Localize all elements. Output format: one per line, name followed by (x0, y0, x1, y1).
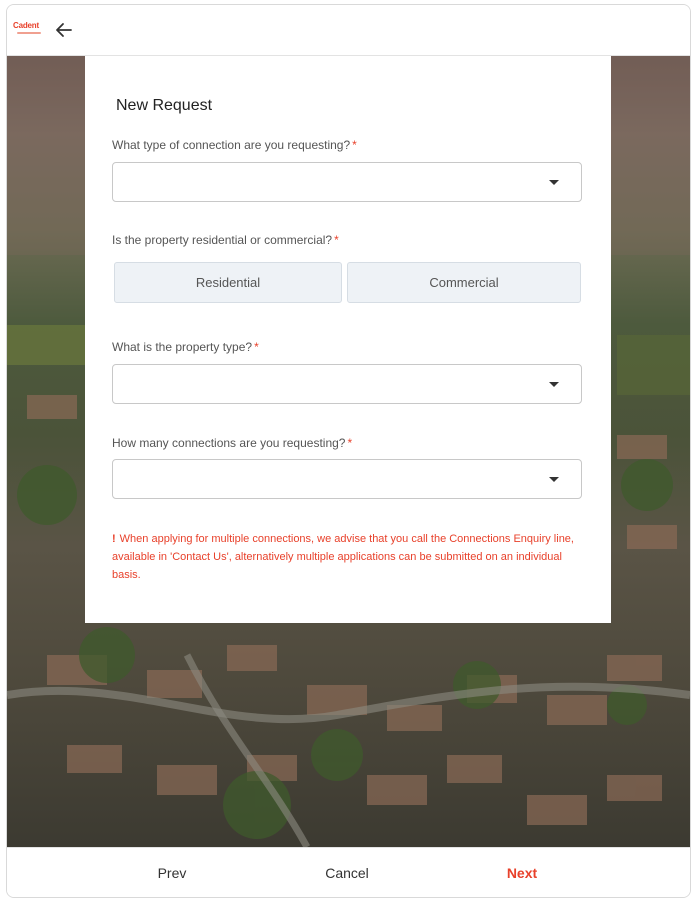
property-type-label: What is the property type? * (112, 340, 259, 354)
logo-text: Cadent (13, 21, 39, 30)
connections-count-label-text: How many connections are you requesting? (112, 436, 346, 450)
connections-count-select[interactable] (112, 459, 582, 499)
residential-option-button[interactable]: Residential (114, 262, 342, 303)
top-bar: Cadent (7, 5, 690, 56)
commercial-option-label: Commercial (429, 275, 499, 290)
connection-type-select[interactable] (112, 162, 582, 202)
property-type-select[interactable] (112, 364, 582, 404)
cancel-button[interactable]: Cancel (307, 848, 387, 897)
page-title: New Request (116, 97, 213, 114)
required-marker: * (352, 138, 357, 152)
exclamation-icon: ! (112, 533, 116, 545)
caret-down-icon (549, 477, 559, 482)
new-request-card: New Request What type of connection are … (85, 55, 611, 623)
connection-type-label-text: What type of connection are you requesti… (112, 138, 351, 152)
app-window: Cadent New Request What type of connecti… (6, 4, 691, 898)
required-marker: * (334, 233, 339, 247)
caret-down-icon (549, 180, 559, 185)
warning-text: When applying for multiple connections, … (112, 533, 574, 581)
bottom-nav-bar: Prev Cancel Next (7, 847, 690, 897)
property-category-label-text: Is the property residential or commercia… (112, 233, 333, 247)
connection-type-label: What type of connection are you requesti… (112, 138, 357, 152)
required-marker: * (347, 436, 353, 450)
caret-down-icon (549, 382, 559, 387)
next-button[interactable]: Next (487, 848, 557, 897)
property-type-label-text: What is the property type? (112, 340, 253, 354)
cadent-logo: Cadent (13, 21, 47, 39)
back-button[interactable] (53, 19, 75, 41)
logo-underline (17, 32, 41, 34)
arrow-left-icon (56, 23, 72, 37)
connections-count-label: How many connections are you requesting?… (112, 436, 352, 450)
property-category-label: Is the property residential or commercia… (112, 233, 339, 247)
residential-option-label: Residential (195, 275, 261, 290)
required-marker: * (254, 340, 259, 354)
multiple-connections-warning: ! When applying for multiple connections,… (112, 530, 582, 584)
prev-button[interactable]: Prev (137, 848, 207, 897)
commercial-option-button[interactable]: Commercial (347, 262, 581, 303)
